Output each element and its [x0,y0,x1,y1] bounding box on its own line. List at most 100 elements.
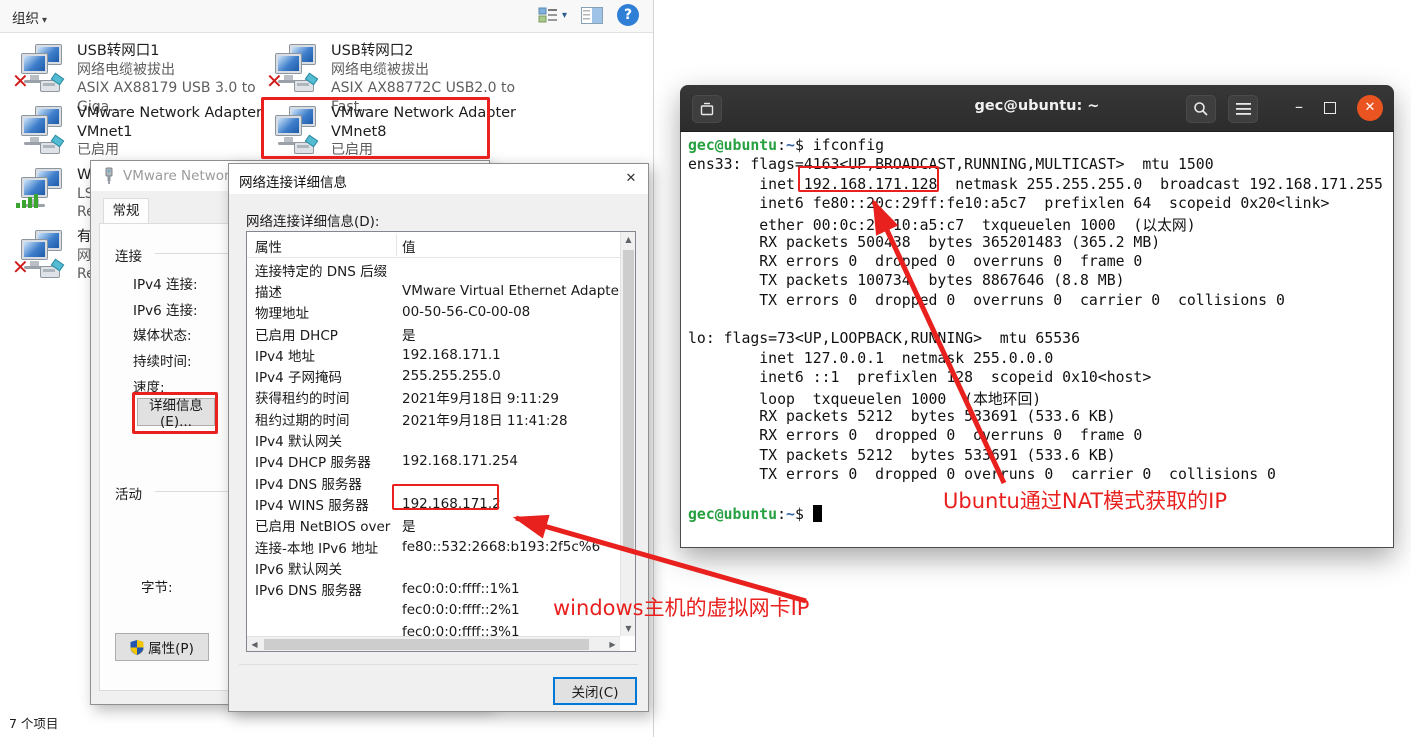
search-icon [1193,101,1209,117]
terminal-line: inet 127.0.0.1 netmask 255.0.0.0 [688,350,1393,369]
rj45-plug-icon [40,80,60,92]
close-button[interactable]: ✕ [1357,95,1383,121]
adapter-status: 已启用 [77,141,263,160]
ipv6-connect-label: IPv6 连接: [133,299,198,319]
table-row: 获得租约的时间2021年9月18日 9:11:29 [247,387,620,408]
column-value: 值 [402,236,416,256]
dialog-title: VMware Network [123,168,237,184]
close-button[interactable]: 关闭(C) [553,677,637,705]
terminal-line: loop txqueuelen 1000 (本地环回) [688,388,1393,407]
adapter-status: 网络电缆被拔出 [77,61,263,80]
screen: 组织▾ ▾ ? ✕ USB转网口1 网络电缆被拔出 [0,0,1411,737]
terminal-line: RX packets 5212 bytes 533691 (533.6 KB) [688,408,1393,427]
tab-general[interactable]: 常规 [103,198,149,224]
menu-button[interactable] [1228,95,1258,123]
item-count-label: 7 个项目 [9,713,58,732]
chevron-down-icon: ▾ [42,15,47,26]
wifi-signal-icon [16,194,38,208]
table-row: 连接-本地 IPv6 地址fe80::532:2668:b193:2f5c%6 [247,536,620,557]
preview-pane-button[interactable] [581,7,603,24]
properties-button-label: 属性(P) [148,637,194,657]
highlight-box-vmnet8 [261,97,490,159]
adapter-status: 网络电缆被拔出 [331,61,517,80]
network-adapter-wifi-icon [14,168,70,222]
adapter-device-icon [101,167,117,185]
uac-shield-icon [130,640,144,655]
group-connection-label: 连接 [115,245,142,265]
table-row: 已启用 NetBIOS over Tc...是 [247,515,620,536]
terminal-line: lo: flags=73<UP,LOOPBACK,RUNNING> mtu 65… [688,330,1393,349]
duration-label: 持续时间: [133,350,192,370]
dialog-title: 网络连接详细信息 [239,171,347,191]
red-x-icon: ✕ [12,71,29,91]
table-row: IPv4 子网掩码255.255.255.0 [247,365,620,386]
terminal-line: gec@ubuntu:~$ ifconfig [688,137,1393,156]
chevron-down-icon: ▾ [562,10,567,21]
properties-button[interactable]: 属性(P) [115,633,209,661]
annotation-ubuntu-ip: Ubuntu通过NAT模式获取的IP [943,485,1227,515]
search-button[interactable] [1186,95,1216,123]
adapter-name: USB转网口1 [77,42,263,61]
organize-menu[interactable]: 组织▾ [12,7,47,27]
group-activity-label: 活动 [115,483,142,503]
scroll-left-icon[interactable]: ◀ [247,637,262,652]
adapter-item-usb1[interactable]: ✕ USB转网口1 网络电缆被拔出 ASIX AX88179 USB 3.0 t… [14,42,264,102]
red-x-icon: ✕ [266,71,283,91]
scroll-down-icon[interactable]: ▼ [621,621,636,636]
terminal-line: inet6 fe80::20c:29ff:fe10:a5c7 prefixlen… [688,195,1393,214]
terminal-line: RX packets 500438 bytes 365201483 (365.2… [688,234,1393,253]
network-adapter-disconnected-icon: ✕ [14,44,70,98]
details-table-rows: 连接特定的 DNS 后缀描述VMware Virtual Ethernet Ad… [247,259,620,642]
dialog-titlebar[interactable]: 网络连接详细信息 ✕ [229,164,648,194]
table-row: 已启用 DHCP是 [247,323,620,344]
terminal-line: inet6 ::1 prefixlen 128 scopeid 0x10<hos… [688,369,1393,388]
terminal-line: inet 192.168.171.128 netmask 255.255.255… [688,176,1393,195]
rj45-plug-icon [294,80,314,92]
annotation-windows-ip: windows主机的虚拟网卡IP [553,592,809,622]
details-table: 属性 值 连接特定的 DNS 后缀描述VMware Virtual Ethern… [246,231,636,652]
highlight-box-wins-ip [392,484,499,510]
table-row: IPv4 DHCP 服务器192.168.171.254 [247,451,620,472]
scrollbar-thumb[interactable] [623,250,634,550]
network-details-dialog: 网络连接详细信息 ✕ 网络连接详细信息(D): 属性 值 连接特定的 DNS 后… [228,163,649,712]
table-row: IPv4 地址192.168.171.1 [247,344,620,365]
table-header: 属性 值 [247,232,620,258]
ipv4-connect-label: IPv4 连接: [133,273,198,293]
terminal-line: ether 00:0c:29:10:a5:c7 txqueuelen 1000 … [688,214,1393,233]
table-row: 租约过期的时间2021年9月18日 11:41:28 [247,408,620,429]
view-options-icon [538,6,558,24]
media-state-label: 媒体状态: [133,324,192,344]
table-row: 连接特定的 DNS 后缀 [247,259,620,280]
hamburger-menu-icon [1236,103,1251,115]
terminal-line: RX errors 0 dropped 0 overruns 0 frame 0 [688,427,1393,446]
network-adapter-disconnected-icon: ✕ [268,44,324,98]
horizontal-scrollbar[interactable]: ◀ ▶ [247,636,620,651]
rj45-plug-icon [40,266,60,278]
change-view-button[interactable]: ▾ [538,6,567,24]
dialog-divider [239,664,638,665]
terminal-line: TX errors 0 dropped 0 overruns 0 carrier… [688,466,1393,485]
close-icon[interactable]: ✕ [614,164,648,194]
terminal-line: TX packets 5212 bytes 533691 (533.6 KB) [688,447,1393,466]
network-adapter-disconnected-icon: ✕ [14,230,70,284]
rj45-plug-icon [40,142,60,154]
highlight-box-details-button [132,392,218,434]
adapter-name: VMware Network Adapter VMnet1 [77,104,263,141]
scroll-up-icon[interactable]: ▲ [621,232,636,247]
column-property: 属性 [255,236,282,256]
terminal-line: RX errors 0 dropped 0 overruns 0 frame 0 [688,253,1393,272]
maximize-button[interactable] [1324,102,1336,114]
red-x-icon: ✕ [12,257,29,277]
highlight-box-terminal-ip [798,166,939,192]
adapter-item-vmnet1[interactable]: VMware Network Adapter VMnet1 已启用 [14,104,264,164]
table-row: IPv4 默认网关 [247,429,620,450]
vertical-scrollbar[interactable]: ▲ ▼ [620,232,635,636]
adapter-item-usb2[interactable]: ✕ USB转网口2 网络电缆被拔出 ASIX AX88772C USB2.0 t… [268,42,518,102]
minimize-button[interactable]: – [1284,93,1314,123]
help-button[interactable]: ? [617,4,639,26]
scrollbar-thumb[interactable] [264,639,589,650]
scroll-right-icon[interactable]: ▶ [605,637,620,652]
terminal-line [688,311,1393,330]
explorer-toolbar: 组织▾ ▾ ? [0,0,653,33]
terminal-titlebar[interactable]: gec@ubuntu: ~ – ✕ [680,85,1394,132]
